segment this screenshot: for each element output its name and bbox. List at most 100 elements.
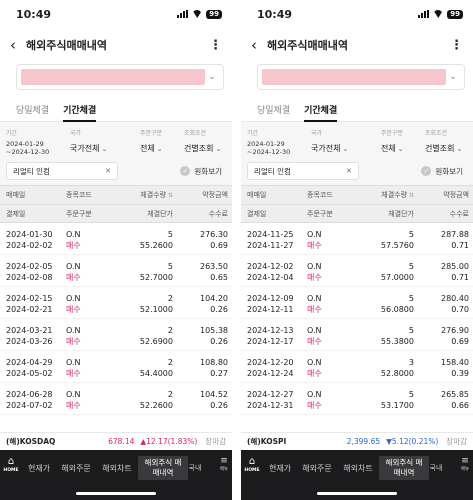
app-header: ‹ 해외주식매매내역 ⋮	[0, 28, 232, 62]
exec-price: 52.2600	[139, 401, 173, 410]
more-options-icon[interactable]: ⋮	[450, 39, 463, 52]
wifi-icon	[192, 10, 202, 18]
period-range[interactable]: 2024-01-29 ~2024-12-30	[6, 140, 70, 156]
table-header: 매매일 종목코드 체결수량 ⇅ 약정금액 결제일 주문구분 체결단가 수수료	[241, 185, 473, 223]
contract-amount: 287.88	[441, 230, 469, 239]
query-condition-select[interactable]: 건별조회 ⌄	[425, 143, 467, 154]
col-exec-qty[interactable]: 체결수량 ⇅	[120, 190, 177, 200]
contract-amount: 265.85	[441, 390, 469, 399]
exec-qty: 5	[408, 390, 414, 399]
trade-row[interactable]: 2024-04-29 O.N 2 108.80 2024-05-02 매수 54…	[0, 351, 232, 383]
trade-row[interactable]: 2024-02-15 O.N 2 104.20 2024-02-21 매수 52…	[0, 287, 232, 319]
filter-label-country: 국가	[311, 130, 323, 137]
tab-menu[interactable]: ≡ 메뉴	[216, 456, 232, 472]
query-condition-select[interactable]: 건별조회 ⌄	[184, 143, 226, 154]
tab-overseas-chart[interactable]: 해외차트	[337, 456, 379, 480]
trade-row[interactable]: 2024-11-25 O.N 5 287.88 2024-11-27 매수 57…	[241, 223, 473, 255]
clear-icon[interactable]: ✕	[105, 167, 111, 175]
clear-icon[interactable]: ✕	[346, 167, 352, 175]
order-side: 매수	[307, 401, 322, 410]
symbol-search-field[interactable]: 리얼티 인컴 ✕	[247, 162, 359, 180]
cell-signal-icon	[418, 10, 430, 18]
krw-view-toggle[interactable]: ✓ 원화보기	[421, 166, 467, 177]
account-selector[interactable]: ⌄	[257, 64, 465, 90]
tab-domestic-partial[interactable]: 국내	[188, 456, 202, 480]
krw-view-toggle[interactable]: ✓ 원화보기	[180, 166, 226, 177]
col-settle-date: 결제일	[6, 209, 26, 218]
settle-date: 2024-02-08	[6, 273, 53, 282]
order-side: 매수	[307, 241, 322, 250]
exec-qty: 2	[167, 326, 173, 335]
trade-row[interactable]: 2024-01-30 O.N 5 276.30 2024-02-02 매수 55…	[0, 223, 232, 255]
table-header-row-1: 매매일 종목코드 체결수량 ⇅ 약정금액	[241, 186, 473, 204]
trade-row[interactable]: 2024-12-20 O.N 3 158.40 2024-12-24 매수 52…	[241, 351, 473, 383]
chevron-down-icon: ⌄	[449, 72, 457, 82]
tab-today[interactable]: 당일체결	[257, 98, 290, 121]
col-order-type: 주문구분	[307, 209, 333, 218]
tab-current-price[interactable]: 현재가	[263, 456, 297, 480]
tab-overseas-order[interactable]: 해외주문	[56, 456, 96, 480]
more-options-icon[interactable]: ⋮	[209, 39, 222, 52]
account-selector[interactable]: ⌄	[16, 64, 224, 90]
symbol-search-field[interactable]: 리얼티 인컴 ✕	[6, 162, 118, 180]
battery-icon: 99	[447, 9, 463, 19]
symbol-code: O.N	[307, 262, 322, 271]
trade-row[interactable]: 2024-03-21 O.N 2 105.38 2024-03-26 매수 52…	[0, 319, 232, 351]
bottom-tab-bar: ⌂ HOME 현재가 해외주문 해외차트 해외주식 매매내역 국내 ≡ 메뉴	[0, 450, 232, 500]
tab-overseas-trade-history[interactable]: 해외주식 매매내역	[138, 456, 188, 480]
trade-row-line-2: 2024-02-08 매수 52.7000 0.65	[0, 272, 232, 283]
col-exec-qty[interactable]: 체결수량 ⇅	[361, 190, 418, 200]
trade-row[interactable]: 2024-12-09 O.N 5 280.40 2024-12-11 매수 56…	[241, 287, 473, 319]
trade-row[interactable]: 2024-12-02 O.N 5 285.00 2024-12-04 매수 57…	[241, 255, 473, 287]
filter-label-country: 국가	[70, 130, 82, 137]
tab-period[interactable]: 기간체결	[304, 98, 338, 122]
order-side: 매수	[66, 401, 81, 410]
tab-home[interactable]: ⌂ HOME	[241, 456, 263, 473]
ticker-index-value: 678.14	[108, 437, 135, 446]
trade-row[interactable]: 2024-12-27 O.N 5 265.85 2024-12-31 매수 53…	[241, 383, 473, 415]
symbol-code: O.N	[307, 326, 322, 335]
phone-screen: 10:49 99 ‹ 해외주식매매내역 ⋮ ⌄ 당일체결 기간체결 기간 국가 …	[241, 0, 473, 500]
tab-overseas-trade-history[interactable]: 해외주식 매매내역	[379, 456, 429, 480]
table-header-row-2: 결제일 주문구분 체결단가 수수료	[241, 204, 473, 222]
settle-date: 2024-12-04	[247, 273, 294, 282]
tab-home[interactable]: ⌂ HOME	[0, 456, 22, 473]
filter-row-2: 리얼티 인컴 ✕ ✓ 원화보기	[6, 162, 226, 180]
trade-row-line-2: 2024-02-02 매수 55.2600 0.69	[0, 240, 232, 251]
trade-row[interactable]: 2024-12-13 O.N 5 276.90 2024-12-17 매수 55…	[241, 319, 473, 351]
exec-qty: 2	[167, 358, 173, 367]
settle-date: 2024-12-31	[247, 401, 294, 410]
tab-overseas-chart[interactable]: 해외차트	[96, 456, 138, 480]
index-ticker[interactable]: (해)KOSPI 2,399.65 ▼5.12(0.21%) 장마감	[241, 432, 473, 450]
back-arrow-icon[interactable]: ‹	[251, 36, 265, 54]
query-condition-value: 건별조회	[184, 143, 214, 153]
tab-overseas-order[interactable]: 해외주문	[297, 456, 337, 480]
chevron-down-icon: ⌄	[156, 144, 163, 153]
contract-amount: 280.40	[441, 294, 469, 303]
tab-strip: 당일체결 기간체결	[0, 98, 232, 122]
tab-period[interactable]: 기간체결	[63, 98, 97, 122]
settle-date: 2024-11-27	[247, 241, 294, 250]
order-type-select[interactable]: 전체 ⌄	[381, 143, 425, 154]
krw-view-label: 원화보기	[194, 166, 222, 176]
country-select[interactable]: 국가전체 ⌄	[70, 143, 140, 154]
table-header: 매매일 종목코드 체결수량 ⇅ 약정금액 결제일 주문구분 체결단가 수수료	[0, 185, 232, 223]
symbol-code: O.N	[307, 294, 322, 303]
back-arrow-icon[interactable]: ‹	[10, 36, 24, 54]
country-select[interactable]: 국가전체 ⌄	[311, 143, 381, 154]
trade-date: 2024-12-13	[247, 326, 294, 335]
tab-today[interactable]: 당일체결	[16, 98, 49, 121]
trade-row[interactable]: 2024-02-05 O.N 5 263.50 2024-02-08 매수 52…	[0, 255, 232, 287]
sort-icon: ⇅	[166, 192, 173, 199]
tab-current-price[interactable]: 현재가	[22, 456, 56, 480]
tab-menu[interactable]: ≡ 메뉴	[457, 456, 473, 472]
trade-row[interactable]: 2024-06-28 O.N 2 104.52 2024-07-02 매수 52…	[0, 383, 232, 415]
tab-domestic-partial[interactable]: 국내	[429, 456, 443, 480]
index-ticker[interactable]: (해)KOSDAQ 678.14 ▲12.17(1.83%) 장마감	[0, 432, 232, 450]
trade-date: 2024-06-28	[6, 390, 53, 399]
order-type-value: 전체	[381, 143, 396, 153]
filter-label-condition: 조회조건	[425, 130, 448, 137]
order-type-select[interactable]: 전체 ⌄	[140, 143, 184, 154]
filter-row-2: 리얼티 인컴 ✕ ✓ 원화보기	[247, 162, 467, 180]
period-range[interactable]: 2024-01-29 ~2024-12-30	[247, 140, 311, 156]
